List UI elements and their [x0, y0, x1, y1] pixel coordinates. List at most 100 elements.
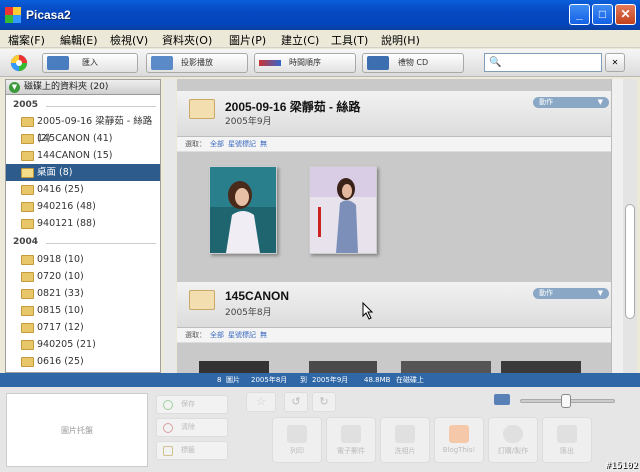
group-date: 2005年9月 [225, 117, 272, 127]
photo-thumbnail[interactable] [401, 361, 491, 373]
printer-icon [287, 425, 307, 443]
photo-tray[interactable]: 圖片托盤 [6, 393, 148, 467]
folder-icon [21, 168, 34, 178]
status-bar: 8 圖片 2005年8月 到 2005年9月 48.8MB 在磁碟上 [0, 373, 640, 387]
menu-tools[interactable]: 工具(T) [331, 30, 368, 48]
slideshow-button[interactable]: 投影播放 [146, 53, 248, 73]
label-button[interactable]: 標籤 [156, 441, 228, 460]
folder-icon [21, 219, 34, 229]
prints-icon [395, 425, 415, 443]
folder-item[interactable]: 145CANON (41) [6, 130, 160, 147]
select-none-link[interactable]: 無 [260, 331, 267, 339]
group-title: 2005-09-16 梁靜茹 - 絲路 [225, 100, 361, 114]
menu-create[interactable]: 建立(C) [281, 30, 319, 48]
gift-cd-button[interactable]: 禮物 CD [362, 53, 464, 73]
folder-icon [21, 357, 34, 367]
folder-icon [21, 289, 34, 299]
actions-dropdown[interactable]: 動作 ▼ [533, 288, 609, 299]
rotate-left-icon[interactable]: ↺ [284, 392, 308, 412]
blogger-icon [449, 425, 469, 443]
folder-item[interactable]: 0821 (33) [6, 285, 160, 302]
gift-cd-icon [367, 56, 389, 70]
collapse-icon[interactable]: ▼ [9, 82, 20, 93]
print-button[interactable]: 列印 [272, 417, 322, 463]
folder-icon [21, 202, 34, 212]
star-icon[interactable]: ☆ [246, 392, 276, 412]
blogthis-button[interactable]: BlogThis! [434, 417, 484, 463]
folder-item[interactable]: 940205 (21) [6, 336, 160, 353]
minimize-button[interactable]: _ [569, 4, 590, 25]
search-field[interactable]: 🔍 [484, 53, 602, 72]
photo-thumbnail[interactable] [501, 361, 581, 373]
menu-help[interactable]: 說明(H) [381, 30, 420, 48]
select-all-link[interactable]: 全部 [210, 140, 224, 148]
folder-icon [21, 185, 34, 195]
folder-item[interactable]: 0918 (10) [6, 251, 160, 268]
photo-thumbnail[interactable] [209, 166, 277, 254]
folder-item-selected[interactable]: 桌面 (8) [6, 164, 160, 181]
clear-icon [163, 423, 173, 433]
pane-splitter[interactable] [164, 79, 176, 373]
selection-row: 選取： 全部 星號標記無 [177, 328, 611, 343]
selection-row: 選取： 全部 星號標記無 [177, 137, 611, 152]
select-starred-link[interactable]: 星號標記 [228, 331, 256, 339]
zoom-rail [611, 79, 623, 373]
folder-list: ▼ 磁碟上的資料夾 (20) 2005 2005-09-16 梁靜茹 - 絲路 … [5, 79, 161, 373]
export-button[interactable]: 匯出 [542, 417, 592, 463]
folder-item[interactable]: 940216 (48) [6, 198, 160, 215]
group-header[interactable]: 145CANON 2005年8月 動作 ▼ [177, 282, 611, 328]
scrollbar-thumb[interactable] [625, 204, 635, 319]
folder-icon [189, 290, 215, 310]
group-header[interactable]: 2005-09-16 梁靜茹 - 絲路 2005年9月 動作 ▼ [177, 91, 611, 137]
photo-image [310, 167, 376, 253]
folder-item[interactable]: 0815 (10) [6, 302, 160, 319]
picasa-app-icon [5, 7, 21, 23]
hold-button[interactable]: 保存 [156, 395, 228, 414]
select-none-link[interactable]: 無 [260, 140, 267, 148]
vertical-scrollbar[interactable] [623, 79, 637, 373]
folder-item[interactable]: 940121 (88) [6, 215, 160, 232]
folder-icon [21, 255, 34, 265]
actions-dropdown[interactable]: 動作 ▼ [533, 97, 609, 108]
close-button[interactable]: ✕ [615, 4, 636, 25]
order-prints-button[interactable]: 洗相片 [380, 417, 430, 463]
folder-item[interactable]: 0416 (25) [6, 181, 160, 198]
folder-item[interactable]: 0717 (12) [6, 319, 160, 336]
folder-icon [21, 272, 34, 282]
menu-view[interactable]: 檢視(V) [110, 30, 148, 48]
mouse-cursor-icon [362, 302, 374, 320]
top-spacer [177, 79, 611, 91]
thumbnail-size-slider[interactable] [520, 394, 615, 408]
maximize-button[interactable]: □ [592, 4, 613, 25]
folder-list-header[interactable]: ▼ 磁碟上的資料夾 (20) [6, 80, 160, 95]
menu-file[interactable]: 檔案(F) [8, 30, 45, 48]
year-divider [46, 106, 156, 107]
clear-button[interactable]: 清除 [156, 418, 228, 437]
order-button[interactable]: 訂購/製作 [488, 417, 538, 463]
menu-picture[interactable]: 圖片(P) [229, 30, 266, 48]
email-icon [341, 425, 361, 443]
select-all-link[interactable]: 全部 [210, 331, 224, 339]
hold-icon [163, 400, 173, 410]
folder-icon [189, 99, 215, 119]
photo-thumbnail[interactable] [309, 361, 377, 373]
photo-thumbnail[interactable] [309, 166, 377, 254]
menu-edit[interactable]: 編輯(E) [60, 30, 98, 48]
folder-item[interactable]: 144CANON (15) [6, 147, 160, 164]
menu-folder[interactable]: 資料夾(O) [162, 30, 212, 48]
slider-knob[interactable] [561, 394, 571, 408]
timeline-button[interactable]: 時間順序 [254, 53, 356, 73]
rotate-right-icon[interactable]: ↻ [312, 392, 336, 412]
folder-item[interactable]: 2005-09-16 梁靜茹 - 絲路 (2) [6, 113, 160, 144]
library-view: 2005-09-16 梁靜茹 - 絲路 2005年9月 動作 ▼ 選取： 全部 星號… [177, 79, 611, 373]
clear-search-button[interactable]: ✕ [605, 53, 625, 72]
toolbar: 匯入 投影播放 時間順序 禮物 CD 🔍 ✕ [0, 49, 640, 77]
select-starred-link[interactable]: 星號標記 [228, 140, 256, 148]
email-button[interactable]: 電子郵件 [326, 417, 376, 463]
timeline-icon [259, 60, 281, 66]
photo-thumbnail[interactable] [199, 361, 269, 373]
folder-icon [21, 323, 34, 333]
folder-item[interactable]: 0720 (10) [6, 268, 160, 285]
folder-item[interactable]: 0616 (25) [6, 353, 160, 370]
import-button[interactable]: 匯入 [42, 53, 138, 73]
